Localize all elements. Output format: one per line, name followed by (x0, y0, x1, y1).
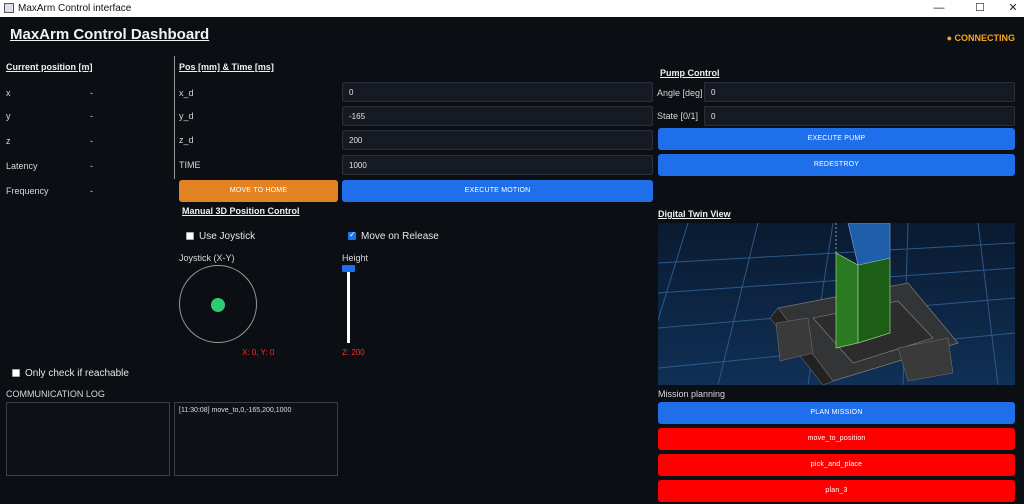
pump-title: Pump Control (660, 68, 720, 78)
angle-input[interactable]: 0 (704, 82, 1015, 102)
digital-twin-title: Digital Twin View (658, 209, 731, 219)
height-readout: Z: 200 (342, 348, 365, 357)
manual-control-title: Manual 3D Position Control (182, 206, 300, 216)
reachable-label: Only check if reachable (25, 368, 129, 379)
move-on-release-label: Move on Release (361, 231, 439, 242)
section-divider (174, 56, 175, 179)
reachable-checkbox[interactable]: Only check if reachable (12, 368, 129, 379)
zd-input[interactable]: 200 (342, 130, 653, 150)
window-title: MaxArm Control interface (18, 3, 132, 14)
motion-title: Pos [mm] & Time [ms] (179, 62, 274, 72)
current-position-title: Current position [m] (6, 62, 93, 72)
yd-input[interactable]: -165 (342, 106, 653, 126)
time-label: TIME (179, 160, 201, 170)
latency-label: Latency (6, 161, 38, 171)
minimize-button[interactable]: — (922, 0, 956, 17)
height-slider-track[interactable] (347, 268, 350, 343)
log-entries-panel: [11:30:08] move_to,0,-165,200,1000 (174, 402, 338, 476)
app-icon (4, 3, 14, 13)
redestroy-button[interactable]: REDESTROY (658, 154, 1015, 176)
move-on-release-box[interactable] (348, 230, 356, 240)
close-button[interactable]: ✕ (996, 0, 1024, 17)
current-z-value: - (90, 136, 93, 146)
log-left-panel (6, 402, 170, 476)
joystick-pad[interactable] (179, 265, 257, 343)
window-titlebar: MaxArm Control interface — ☐ ✕ (0, 0, 1024, 17)
reachable-box[interactable] (12, 369, 20, 377)
move-on-release-checkbox[interactable]: Move on Release (348, 230, 439, 242)
joystick-readout: X: 0, Y: 0 (242, 348, 275, 357)
height-label: Height (342, 253, 369, 263)
state-input[interactable]: 0 (704, 106, 1015, 126)
digital-twin-view[interactable] (658, 223, 1015, 385)
move-to-home-button[interactable]: MOVE TO HOME (179, 180, 338, 202)
execute-pump-button[interactable]: EXECUTE PUMP (658, 128, 1015, 150)
current-x-value: - (90, 88, 93, 98)
joystick-knob[interactable] (211, 298, 225, 312)
use-joystick-box[interactable] (186, 232, 194, 240)
frequency-label: Frequency (6, 186, 49, 196)
state-label: State [0/1] (657, 111, 699, 121)
angle-label: Angle [deg] (657, 88, 703, 98)
joystick-label: Joystick (X-Y) (179, 253, 235, 263)
log-title: COMMUNICATION LOG (6, 389, 105, 399)
height-slider-thumb[interactable] (342, 265, 355, 272)
maximize-button[interactable]: ☐ (963, 0, 997, 17)
yd-label: y_d (179, 111, 194, 121)
xd-label: x_d (179, 88, 194, 98)
connection-status: ● CONNECTING (946, 33, 1015, 43)
time-input[interactable]: 1000 (342, 155, 653, 175)
page-title: MaxArm Control Dashboard (10, 26, 210, 43)
xd-input[interactable]: 0 (342, 82, 653, 102)
plan-mission-button[interactable]: PLAN MISSION (658, 402, 1015, 424)
mission-title: Mission planning (658, 389, 726, 399)
current-z-label: z (6, 136, 11, 146)
execute-motion-button[interactable]: EXECUTE MOTION (342, 180, 653, 202)
mission-item-pick-and-place[interactable]: pick_and_place (658, 454, 1015, 476)
zd-label: z_d (179, 135, 194, 145)
use-joystick-checkbox[interactable]: Use Joystick (186, 231, 255, 242)
use-joystick-label: Use Joystick (199, 231, 256, 242)
digital-twin-scene (658, 223, 1015, 385)
mission-item-plan-3[interactable]: plan_3 (658, 480, 1015, 502)
latency-value: - (90, 161, 93, 171)
current-y-label: y (6, 111, 11, 121)
mission-item-move-to-position[interactable]: move_to_position (658, 428, 1015, 450)
current-y-value: - (90, 111, 93, 121)
frequency-value: - (90, 186, 93, 196)
current-x-label: x (6, 88, 11, 98)
